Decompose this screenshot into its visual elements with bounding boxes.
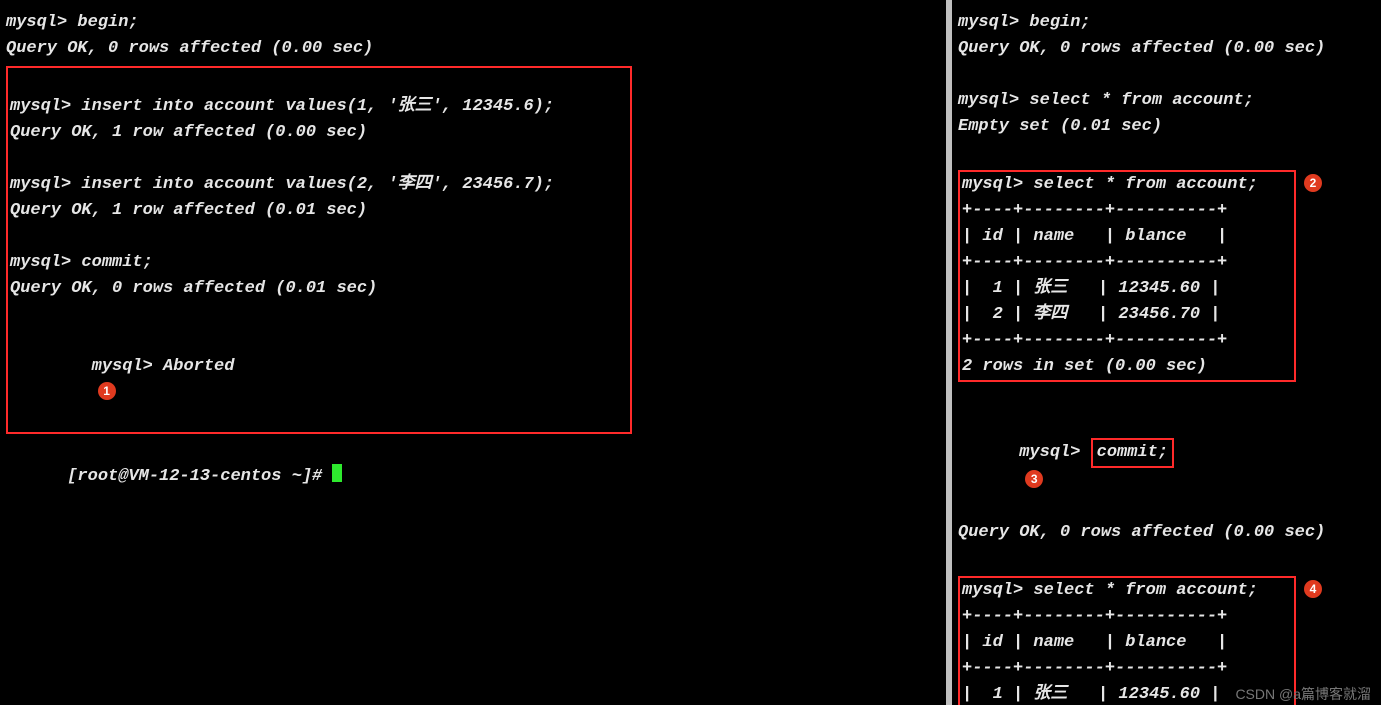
output-line: Query OK, 0 rows affected (0.00 sec) xyxy=(958,520,1373,546)
output-line xyxy=(958,62,1373,88)
output-line: Empty set (0.01 sec) xyxy=(958,114,1373,140)
output-line xyxy=(10,224,628,250)
table-sep: +----+--------+----------+ xyxy=(962,656,1292,682)
table-sep: +----+--------+----------+ xyxy=(962,328,1292,354)
table-row: | 2 | 李四 | 23456.70 | xyxy=(962,302,1292,328)
output-line: Query OK, 0 rows affected (0.00 sec) xyxy=(958,36,1373,62)
output-line: mysql> insert into account values(1, '张三… xyxy=(10,94,628,120)
annotation-badge-2: 2 xyxy=(1304,174,1322,192)
screenshot-root: mysql> begin; Query OK, 0 rows affected … xyxy=(0,0,1381,705)
output-line: mysql> select * from account; xyxy=(962,578,1292,604)
output-line xyxy=(958,546,1373,572)
output-line: mysql> begin; xyxy=(958,10,1373,36)
highlight-box-2: 2 mysql> select * from account; +----+--… xyxy=(958,170,1296,382)
output-line xyxy=(10,302,628,328)
terminal-left[interactable]: mysql> begin; Query OK, 0 rows affected … xyxy=(0,0,950,705)
table-header: | id | name | blance | xyxy=(962,224,1292,250)
output-line xyxy=(10,146,628,172)
output-line: mysql> Aborted 1 xyxy=(10,328,628,432)
watermark-text: CSDN @a篇博客就溜 xyxy=(1235,687,1371,701)
prompt-text: [root@VM-12-13-centos ~]# xyxy=(67,467,332,486)
output-line: mysql> select * from account; xyxy=(962,172,1292,198)
shell-prompt[interactable]: [root@VM-12-13-centos ~]# xyxy=(6,438,938,516)
prompt-text: mysql> xyxy=(1019,443,1090,462)
table-sep: +----+--------+----------+ xyxy=(962,198,1292,224)
annotation-badge-4: 4 xyxy=(1304,580,1322,598)
table-row: | 1 | 张三 | 12345.60 | xyxy=(962,276,1292,302)
table-sep: +----+--------+----------+ xyxy=(962,250,1292,276)
output-line xyxy=(10,68,628,94)
annotation-badge-1: 1 xyxy=(98,382,116,400)
output-line: Query OK, 1 row affected (0.01 sec) xyxy=(10,198,628,224)
output-line: Query OK, 0 rows affected (0.00 sec) xyxy=(6,36,938,62)
cursor-icon xyxy=(332,464,342,482)
highlight-box-3: commit; xyxy=(1091,438,1174,468)
table-header: | id | name | blance | xyxy=(962,630,1292,656)
output-line xyxy=(958,140,1373,166)
output-line: mysql> commit; xyxy=(10,250,628,276)
aborted-text: mysql> Aborted xyxy=(92,357,235,376)
output-line: Query OK, 0 rows affected (0.01 sec) xyxy=(10,276,628,302)
output-line: mysql> insert into account values(2, '李四… xyxy=(10,172,628,198)
output-line xyxy=(958,386,1373,412)
terminal-right[interactable]: mysql> begin; Query OK, 0 rows affected … xyxy=(950,0,1381,705)
annotation-badge-3: 3 xyxy=(1025,470,1043,488)
output-line: 2 rows in set (0.00 sec) xyxy=(962,354,1292,380)
highlight-box-1: mysql> insert into account values(1, '张三… xyxy=(6,66,632,434)
output-line: mysql> select * from account; xyxy=(958,88,1373,114)
output-line: Query OK, 1 row affected (0.00 sec) xyxy=(10,120,628,146)
table-sep: +----+--------+----------+ xyxy=(962,604,1292,630)
commit-line: mysql> commit; 3 xyxy=(958,412,1373,520)
output-line: mysql> begin; xyxy=(6,10,938,36)
